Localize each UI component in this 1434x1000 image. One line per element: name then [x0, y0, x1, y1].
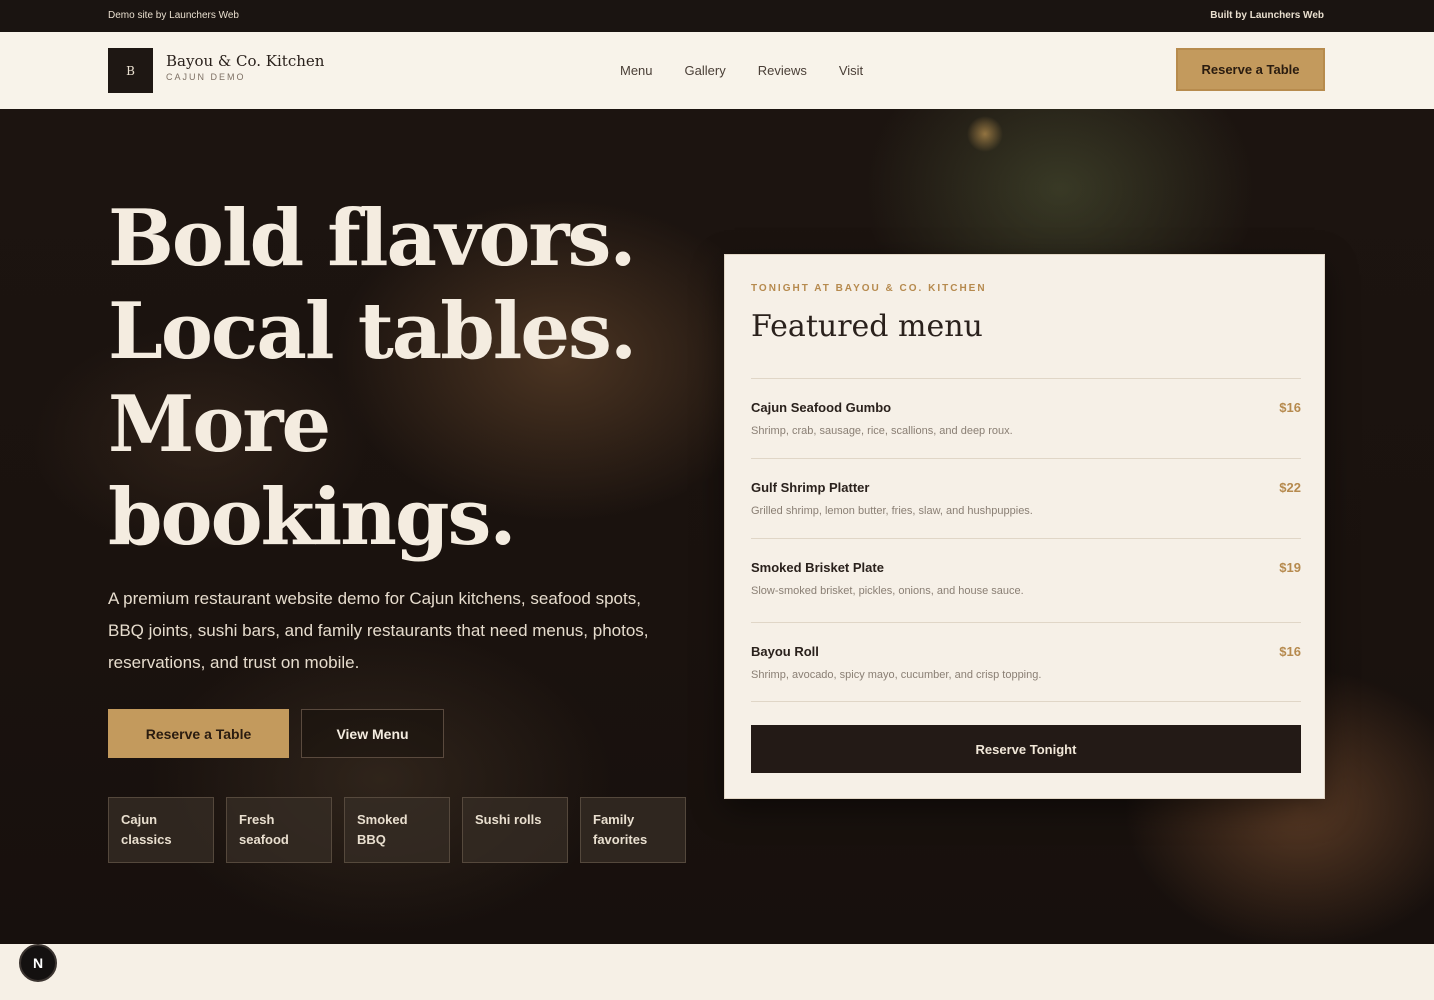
hero-title-line: Local tables. — [108, 286, 637, 377]
site-header: B Bayou & Co. Kitchen CAJUN DEMO Menu Ga… — [0, 32, 1434, 109]
hero-description: A premium restaurant website demo for Ca… — [108, 589, 649, 672]
main-nav: Menu Gallery Reviews Visit — [620, 63, 863, 78]
menu-item: Bayou Roll $16 Shrimp, avocado, spicy ma… — [751, 622, 1301, 702]
view-menu-button[interactable]: View Menu — [301, 709, 444, 758]
menu-item-desc: Shrimp, crab, sausage, rice, scallions, … — [751, 425, 1013, 437]
nav-visit[interactable]: Visit — [839, 63, 863, 78]
chip-fresh-seafood: Fresh seafood — [226, 797, 332, 863]
reserve-tonight-button[interactable]: Reserve Tonight — [751, 725, 1301, 773]
demo-credit-text: Demo site by Launchers Web — [108, 10, 239, 21]
menu-item: Smoked Brisket Plate $19 Slow-smoked bri… — [751, 538, 1301, 622]
menu-item: Gulf Shrimp Platter $22 Grilled shrimp, … — [751, 458, 1301, 538]
menu-item-desc: Shrimp, avocado, spicy mayo, cucumber, a… — [751, 669, 1042, 681]
top-bar: Demo site by Launchers Web Built by Laun… — [0, 0, 1434, 32]
menu-item-price: $19 — [1279, 560, 1301, 575]
menu-item-price: $22 — [1279, 480, 1301, 495]
chip-sushi-rolls: Sushi rolls — [462, 797, 568, 863]
card-title: Featured menu — [751, 309, 983, 344]
chip-family-favorites: Family favorites — [580, 797, 686, 863]
menu-item-price: $16 — [1279, 644, 1301, 659]
card-eyebrow: TONIGHT AT BAYOU & CO. KITCHEN — [751, 283, 987, 294]
hero-title-line: bookings. — [108, 472, 517, 563]
menu-item-name: Bayou Roll — [751, 644, 819, 659]
chip-smoked-bbq: Smoked BBQ — [344, 797, 450, 863]
logo-mark[interactable]: B — [108, 48, 153, 93]
hero-title: Bold flavors. Local tables. More booking… — [108, 192, 668, 564]
nav-menu[interactable]: Menu — [620, 63, 653, 78]
menu-item-desc: Slow-smoked brisket, pickles, onions, an… — [751, 585, 1024, 597]
cuisine-chips: Cajun classics Fresh seafood Smoked BBQ … — [108, 797, 686, 863]
brand-name[interactable]: Bayou & Co. Kitchen — [166, 52, 324, 70]
menu-items-list: Cajun Seafood Gumbo $16 Shrimp, crab, sa… — [751, 378, 1301, 702]
hero-title-line: Bold flavors. — [108, 193, 637, 284]
nav-reviews[interactable]: Reviews — [758, 63, 807, 78]
reserve-table-button[interactable]: Reserve a Table — [108, 709, 289, 758]
menu-item-price: $16 — [1279, 400, 1301, 415]
next-section — [0, 944, 1434, 1000]
dev-tools-badge[interactable]: N — [19, 944, 57, 982]
brand-subtitle: CAJUN DEMO — [166, 72, 246, 82]
menu-item: Cajun Seafood Gumbo $16 Shrimp, crab, sa… — [751, 378, 1301, 458]
menu-item-desc: Grilled shrimp, lemon butter, fries, sla… — [751, 505, 1033, 517]
menu-item-name: Cajun Seafood Gumbo — [751, 400, 892, 415]
menu-item-name: Smoked Brisket Plate — [751, 560, 884, 575]
nav-gallery[interactable]: Gallery — [685, 63, 726, 78]
chip-cajun-classics: Cajun classics — [108, 797, 214, 863]
header-reserve-button[interactable]: Reserve a Table — [1176, 48, 1325, 91]
built-by-link[interactable]: Built by Launchers Web — [1210, 10, 1324, 21]
menu-item-name: Gulf Shrimp Platter — [751, 480, 870, 495]
featured-menu-card: TONIGHT AT BAYOU & CO. KITCHEN Featured … — [724, 254, 1325, 799]
hero-title-line: More — [108, 379, 331, 470]
